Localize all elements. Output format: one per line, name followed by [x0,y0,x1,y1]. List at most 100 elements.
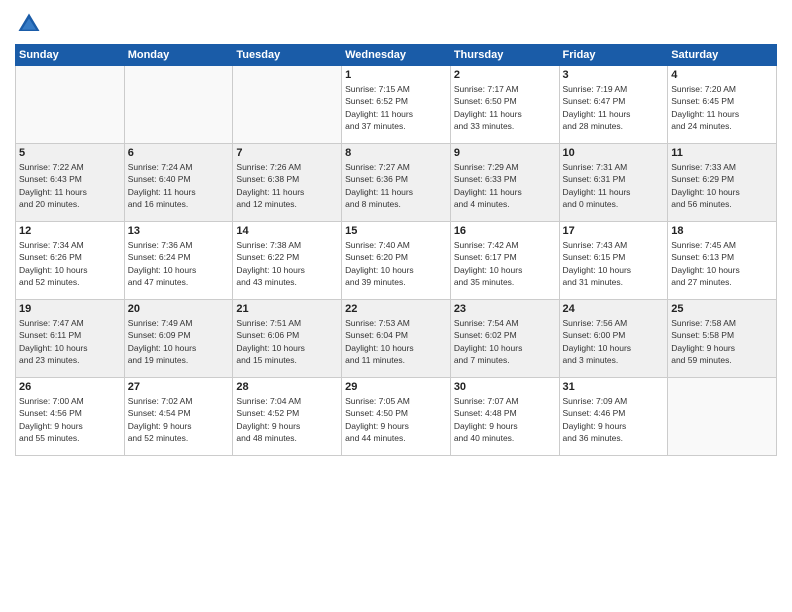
day-number: 29 [345,381,447,393]
sun-info: Sunrise: 7:20 AMSunset: 6:45 PMDaylight:… [671,83,773,132]
sun-info: Sunrise: 7:38 AMSunset: 6:22 PMDaylight:… [236,239,338,288]
sun-info: Sunrise: 7:02 AMSunset: 4:54 PMDaylight:… [128,395,230,444]
header [15,10,777,38]
sun-info: Sunrise: 7:58 AMSunset: 5:58 PMDaylight:… [671,317,773,366]
weekday-header-saturday: Saturday [668,45,777,66]
day-number: 21 [236,303,338,315]
sun-info: Sunrise: 7:15 AMSunset: 6:52 PMDaylight:… [345,83,447,132]
calendar-table: SundayMondayTuesdayWednesdayThursdayFrid… [15,44,777,456]
calendar-cell [16,66,125,144]
day-number: 25 [671,303,773,315]
calendar-cell: 18 Sunrise: 7:45 AMSunset: 6:13 PMDayligh… [668,222,777,300]
calendar-cell: 25 Sunrise: 7:58 AMSunset: 5:58 PMDayligh… [668,300,777,378]
calendar-cell: 24 Sunrise: 7:56 AMSunset: 6:00 PMDayligh… [559,300,668,378]
day-number: 8 [345,147,447,159]
calendar-cell [668,378,777,456]
day-number: 27 [128,381,230,393]
day-number: 7 [236,147,338,159]
day-number: 28 [236,381,338,393]
calendar-cell: 15 Sunrise: 7:40 AMSunset: 6:20 PMDayligh… [342,222,451,300]
sun-info: Sunrise: 7:49 AMSunset: 6:09 PMDaylight:… [128,317,230,366]
calendar-cell: 28 Sunrise: 7:04 AMSunset: 4:52 PMDayligh… [233,378,342,456]
calendar-cell: 10 Sunrise: 7:31 AMSunset: 6:31 PMDayligh… [559,144,668,222]
day-number: 18 [671,225,773,237]
page: SundayMondayTuesdayWednesdayThursdayFrid… [0,0,792,612]
weekday-header-tuesday: Tuesday [233,45,342,66]
week-row-4: 19 Sunrise: 7:47 AMSunset: 6:11 PMDayligh… [16,300,777,378]
sun-info: Sunrise: 7:53 AMSunset: 6:04 PMDaylight:… [345,317,447,366]
calendar-cell: 29 Sunrise: 7:05 AMSunset: 4:50 PMDayligh… [342,378,451,456]
calendar-cell: 16Sunrise: 7:42 AMSunset: 6:17 PMDayligh… [450,222,559,300]
sun-info: Sunrise: 7:17 AMSunset: 6:50 PMDaylight:… [454,83,556,132]
day-number: 14 [236,225,338,237]
day-number: 10 [563,147,665,159]
day-number: 2 [454,69,556,81]
calendar-cell: 5 Sunrise: 7:22 AMSunset: 6:43 PMDaylight… [16,144,125,222]
calendar-cell: 19 Sunrise: 7:47 AMSunset: 6:11 PMDayligh… [16,300,125,378]
calendar-cell: 14 Sunrise: 7:38 AMSunset: 6:22 PMDayligh… [233,222,342,300]
sun-info: Sunrise: 7:26 AMSunset: 6:38 PMDaylight:… [236,161,338,210]
weekday-header-sunday: Sunday [16,45,125,66]
sun-info: Sunrise: 7:22 AMSunset: 6:43 PMDaylight:… [19,161,121,210]
sun-info: Sunrise: 7:54 AMSunset: 6:02 PMDaylight:… [454,317,556,366]
day-number: 15 [345,225,447,237]
day-number: 5 [19,147,121,159]
sun-info: Sunrise: 7:45 AMSunset: 6:13 PMDaylight:… [671,239,773,288]
calendar-cell: 22Sunrise: 7:53 AMSunset: 6:04 PMDayligh… [342,300,451,378]
day-number: 13 [128,225,230,237]
calendar-cell [124,66,233,144]
sun-info: Sunrise: 7:27 AMSunset: 6:36 PMDaylight:… [345,161,447,210]
week-row-5: 26 Sunrise: 7:00 AMSunset: 4:56 PMDayligh… [16,378,777,456]
calendar-cell: 3 Sunrise: 7:19 AMSunset: 6:47 PMDaylight… [559,66,668,144]
sun-info: Sunrise: 7:56 AMSunset: 6:00 PMDaylight:… [563,317,665,366]
day-number: 6 [128,147,230,159]
day-number: 9 [454,147,556,159]
calendar-cell: 1Sunrise: 7:15 AMSunset: 6:52 PMDaylight… [342,66,451,144]
day-number: 3 [563,69,665,81]
day-number: 30 [454,381,556,393]
day-number: 31 [563,381,665,393]
sun-info: Sunrise: 7:04 AMSunset: 4:52 PMDaylight:… [236,395,338,444]
weekday-header-monday: Monday [124,45,233,66]
calendar-cell: 26 Sunrise: 7:00 AMSunset: 4:56 PMDayligh… [16,378,125,456]
calendar-cell: 27 Sunrise: 7:02 AMSunset: 4:54 PMDayligh… [124,378,233,456]
day-number: 19 [19,303,121,315]
calendar-cell: 2 Sunrise: 7:17 AMSunset: 6:50 PMDaylight… [450,66,559,144]
day-number: 4 [671,69,773,81]
week-row-1: 1Sunrise: 7:15 AMSunset: 6:52 PMDaylight… [16,66,777,144]
sun-info: Sunrise: 7:31 AMSunset: 6:31 PMDaylight:… [563,161,665,210]
day-number: 17 [563,225,665,237]
weekday-header-row: SundayMondayTuesdayWednesdayThursdayFrid… [16,45,777,66]
sun-info: Sunrise: 7:09 AMSunset: 4:46 PMDaylight:… [563,395,665,444]
calendar-cell: 7 Sunrise: 7:26 AMSunset: 6:38 PMDaylight… [233,144,342,222]
weekday-header-wednesday: Wednesday [342,45,451,66]
calendar-cell: 17 Sunrise: 7:43 AMSunset: 6:15 PMDayligh… [559,222,668,300]
calendar-cell [233,66,342,144]
sun-info: Sunrise: 7:47 AMSunset: 6:11 PMDaylight:… [19,317,121,366]
day-number: 16 [454,225,556,237]
calendar-cell: 8 Sunrise: 7:27 AMSunset: 6:36 PMDaylight… [342,144,451,222]
calendar-cell: 31 Sunrise: 7:09 AMSunset: 4:46 PMDayligh… [559,378,668,456]
day-number: 26 [19,381,121,393]
sun-info: Sunrise: 7:36 AMSunset: 6:24 PMDaylight:… [128,239,230,288]
calendar-cell: 30Sunrise: 7:07 AMSunset: 4:48 PMDayligh… [450,378,559,456]
week-row-2: 5 Sunrise: 7:22 AMSunset: 6:43 PMDaylight… [16,144,777,222]
sun-info: Sunrise: 7:00 AMSunset: 4:56 PMDaylight:… [19,395,121,444]
day-number: 12 [19,225,121,237]
calendar-cell: 21 Sunrise: 7:51 AMSunset: 6:06 PMDayligh… [233,300,342,378]
calendar-cell: 23 Sunrise: 7:54 AMSunset: 6:02 PMDayligh… [450,300,559,378]
sun-info: Sunrise: 7:43 AMSunset: 6:15 PMDaylight:… [563,239,665,288]
day-number: 24 [563,303,665,315]
calendar-cell: 11Sunrise: 7:33 AMSunset: 6:29 PMDayligh… [668,144,777,222]
day-number: 20 [128,303,230,315]
sun-info: Sunrise: 7:29 AMSunset: 6:33 PMDaylight:… [454,161,556,210]
logo [15,10,47,38]
day-number: 23 [454,303,556,315]
week-row-3: 12Sunrise: 7:34 AMSunset: 6:26 PMDayligh… [16,222,777,300]
sun-info: Sunrise: 7:40 AMSunset: 6:20 PMDaylight:… [345,239,447,288]
calendar-cell: 6Sunrise: 7:24 AMSunset: 6:40 PMDaylight… [124,144,233,222]
sun-info: Sunrise: 7:33 AMSunset: 6:29 PMDaylight:… [671,161,773,210]
sun-info: Sunrise: 7:51 AMSunset: 6:06 PMDaylight:… [236,317,338,366]
sun-info: Sunrise: 7:05 AMSunset: 4:50 PMDaylight:… [345,395,447,444]
sun-info: Sunrise: 7:19 AMSunset: 6:47 PMDaylight:… [563,83,665,132]
